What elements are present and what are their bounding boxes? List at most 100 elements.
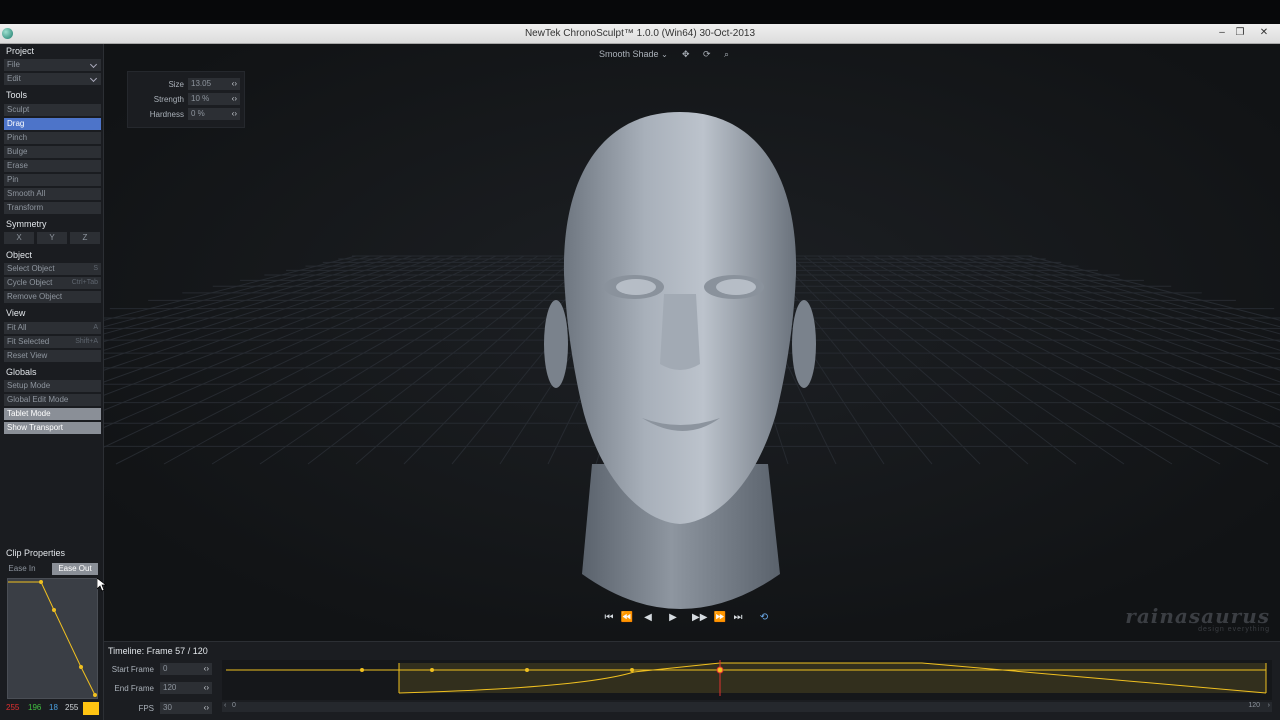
timeline-title: Timeline: Frame 57 / 120 — [108, 646, 208, 656]
stepper-icon[interactable]: ‹› — [204, 682, 209, 694]
stepper-icon[interactable]: ‹› — [232, 78, 237, 90]
loop-icon[interactable]: ⟲ — [757, 611, 771, 625]
current-frame-key[interactable] — [716, 666, 724, 674]
zoom-icon[interactable]: ⌕ — [724, 49, 729, 63]
desktop-background — [0, 0, 1280, 24]
watermark-brand: rainasaurus — [1125, 604, 1270, 628]
menu-item-tablet-mode[interactable]: Tablet Mode — [4, 408, 101, 420]
go-to-end-icon[interactable]: ⏭ — [731, 611, 745, 625]
size-field[interactable]: 13.05 ‹› — [188, 78, 240, 90]
stepper-icon[interactable]: ‹› — [232, 108, 237, 120]
color-red-value[interactable]: 255 — [6, 703, 19, 712]
menu-item-reset-view[interactable]: Reset View — [4, 350, 101, 362]
strength-field[interactable]: 10 % ‹› — [188, 93, 240, 105]
menu-item-pinch[interactable]: Pinch — [4, 132, 101, 144]
color-blue-value[interactable]: 18 — [49, 703, 58, 712]
menu-item-sculpt[interactable]: Sculpt — [4, 104, 101, 116]
symmetry-z-button[interactable]: Z — [70, 232, 100, 244]
menu-item-remove-object[interactable]: Remove Object — [4, 291, 101, 303]
menu-item-drag[interactable]: Drag — [4, 118, 101, 130]
menu-item-fit-selected[interactable]: Fit Selected Shift+A — [4, 336, 101, 348]
mouse-cursor-icon — [97, 578, 107, 592]
strength-label: Strength — [153, 95, 184, 104]
stepper-icon[interactable]: ‹› — [204, 702, 209, 714]
close-icon[interactable]: ✕ — [1254, 25, 1274, 41]
ease-curve-line — [8, 581, 96, 696]
end-frame-label: End Frame — [114, 684, 154, 693]
menu-item-bulge[interactable]: Bulge — [4, 146, 101, 158]
size-label: Size — [168, 80, 184, 89]
scroll-left-icon[interactable]: ‹ — [224, 702, 226, 709]
shortcut-hint: A — [93, 324, 98, 331]
curve-key[interactable] — [79, 665, 83, 669]
rotate-icon[interactable]: ⟳ — [703, 49, 711, 63]
play-reverse-icon[interactable]: ◀ — [641, 611, 655, 625]
curve-key[interactable] — [39, 580, 43, 584]
floor-grid — [104, 44, 1280, 641]
menu-item-setup-mode[interactable]: Setup Mode — [4, 380, 101, 392]
menu-item-select-object[interactable]: Select Object S — [4, 263, 101, 275]
symmetry-y-button[interactable]: Y — [37, 232, 67, 244]
curve-key[interactable] — [52, 608, 56, 612]
play-forward-icon[interactable]: ▶▶ — [692, 611, 707, 625]
hardness-field[interactable]: 0 % ‹› — [188, 108, 240, 120]
maximize-icon[interactable]: ❐ — [1230, 25, 1250, 41]
project-section-title: Project — [6, 46, 35, 56]
menu-item-smooth-all[interactable]: Smooth All — [4, 188, 101, 200]
ease-curve-editor[interactable] — [7, 578, 98, 699]
clip-properties-title: Clip Properties — [6, 548, 66, 558]
timeline-key[interactable] — [630, 668, 634, 672]
menu-item-pin[interactable]: Pin — [4, 174, 101, 186]
timeline-key[interactable] — [430, 668, 434, 672]
timeline-curve-graph — [226, 660, 1267, 696]
menu-item-label: Global Edit Mode — [7, 395, 69, 404]
menu-item-cycle-object[interactable]: Cycle Object Ctrl+Tab — [4, 277, 101, 289]
curve-key[interactable] — [93, 693, 97, 697]
symmetry-x-button[interactable]: X — [4, 232, 34, 244]
chevron-down-icon: ⌄ — [661, 50, 668, 59]
timeline-curve-area[interactable] — [222, 660, 1272, 700]
menu-item-fit-all[interactable]: Fit All A — [4, 322, 101, 334]
menu-item-show-transport[interactable]: Show Transport — [4, 422, 101, 434]
play-icon[interactable]: ▶ — [666, 611, 680, 625]
step-back-icon[interactable]: ⏪ — [620, 611, 634, 625]
menu-item-erase[interactable]: Erase — [4, 160, 101, 172]
ease-in-tab[interactable]: Ease In — [4, 563, 40, 575]
shade-mode-dropdown[interactable]: Smooth Shade ⌄ — [599, 49, 668, 63]
shortcut-hint: Shift+A — [75, 338, 98, 345]
menu-item-label: Tablet Mode — [7, 409, 51, 418]
object-section-title: Object — [6, 250, 33, 260]
move-icon[interactable]: ✥ — [682, 49, 690, 63]
end-frame-field[interactable]: 120 ‹› — [160, 682, 212, 694]
color-alpha-value[interactable]: 255 — [65, 703, 78, 712]
symmetry-section-title: Symmetry — [6, 219, 47, 229]
ease-curve-graph[interactable] — [8, 579, 99, 700]
timeline-scrollbar[interactable]: ‹ 0 120 › — [222, 702, 1272, 712]
step-forward-icon[interactable]: ⏩ — [713, 611, 727, 625]
menu-item-label: Pinch — [7, 133, 28, 142]
menu-item-global-edit-mode[interactable]: Global Edit Mode — [4, 394, 101, 406]
color-swatch[interactable] — [83, 702, 99, 715]
menu-item-edit[interactable]: Edit — [4, 73, 101, 85]
color-green-value[interactable]: 196 — [28, 703, 41, 712]
timeline-key[interactable] — [525, 668, 529, 672]
timeline-key[interactable] — [360, 668, 364, 672]
fps-label: FPS — [138, 704, 154, 713]
start-frame-field[interactable]: 0 ‹› — [160, 663, 212, 675]
stepper-icon[interactable]: ‹› — [204, 663, 209, 675]
go-to-start-icon[interactable]: ⏮ — [602, 611, 616, 625]
watermark: rainasaurus design everything — [1125, 604, 1270, 633]
menu-item-transform[interactable]: Transform — [4, 202, 101, 214]
fps-field[interactable]: 30 ‹› — [160, 702, 212, 714]
stepper-icon[interactable]: ‹› — [232, 93, 237, 105]
window-title: NewTek ChronoSculpt™ 1.0.0 (Win64) 30-Oc… — [524, 28, 756, 39]
3d-viewport[interactable]: Smooth Shade ⌄ ✥ ⟳ ⌕ Size 13.05 ‹› Streng… — [104, 44, 1280, 641]
scroll-right-icon[interactable]: › — [1268, 702, 1270, 709]
menu-item-file[interactable]: File — [4, 59, 101, 71]
timeline-panel: Timeline: Frame 57 / 120 Start Frame 0 ‹›… — [104, 641, 1280, 720]
start-frame-label: Start Frame — [111, 665, 154, 674]
minimize-icon[interactable]: – — [1212, 25, 1232, 41]
view-section-title: View — [6, 308, 26, 318]
ease-out-tab[interactable]: Ease Out — [52, 563, 98, 575]
brush-settings-panel: Size 13.05 ‹› Strength 10 % ‹› Hardness 0 … — [127, 71, 245, 128]
